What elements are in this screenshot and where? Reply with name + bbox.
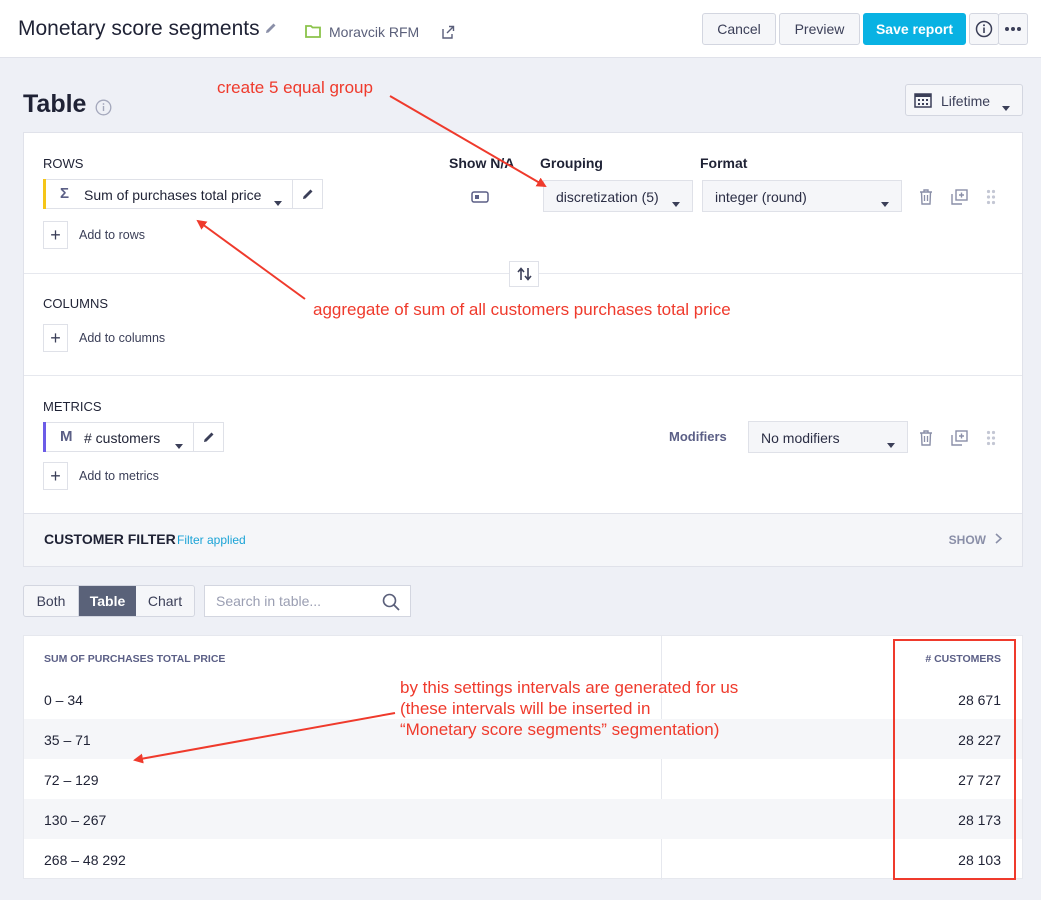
- metrics-chip-accent: [43, 422, 46, 452]
- add-to-metrics[interactable]: + Add to metrics: [43, 462, 213, 492]
- search-input[interactable]: [205, 586, 375, 616]
- add-to-rows[interactable]: + Add to rows: [43, 221, 203, 251]
- columns-section-label: COLUMNS: [43, 296, 109, 311]
- format-value: integer (round): [715, 189, 807, 205]
- modifiers-select[interactable]: No modifiers: [748, 421, 908, 453]
- grouping-value: discretization (5): [556, 189, 659, 205]
- folder-icon: [305, 24, 321, 43]
- search-icon[interactable]: [382, 593, 400, 616]
- info-icon: [975, 20, 993, 38]
- table-row: 130 – 267 28 173: [24, 799, 1022, 839]
- chevron-right-icon[interactable]: [995, 531, 1003, 547]
- rows-chip-label: Sum of purchases total price: [84, 187, 262, 203]
- add-to-metrics-label: Add to metrics: [79, 469, 159, 483]
- add-to-rows-label: Add to rows: [79, 228, 146, 242]
- plus-icon[interactable]: +: [43, 462, 68, 490]
- top-bar: Monetary score segments Moravcik RFM Can…: [0, 0, 1041, 58]
- duplicate-icon[interactable]: [951, 189, 968, 210]
- info-button[interactable]: [969, 13, 999, 45]
- save-report-button[interactable]: Save report: [863, 13, 966, 45]
- metric-icon: M: [60, 428, 73, 445]
- plus-icon[interactable]: +: [43, 324, 68, 352]
- trash-icon[interactable]: [919, 189, 933, 210]
- pencil-icon: [303, 189, 313, 199]
- duplicate-icon[interactable]: [951, 430, 968, 451]
- annotation-intervals-line-3: “Monetary score segments” segmentation): [400, 720, 720, 739]
- show-na-header: Show N/A: [449, 155, 515, 171]
- view-chart-tab[interactable]: Chart: [136, 586, 194, 616]
- row-interval: 130 – 267: [44, 812, 107, 828]
- add-to-columns-label: Add to columns: [79, 331, 166, 345]
- chevron-down-icon: [672, 194, 680, 210]
- edit-metrics-button[interactable]: [193, 423, 223, 451]
- modifiers-label: Modifiers: [669, 429, 727, 444]
- report-title[interactable]: Monetary score segments: [18, 17, 260, 41]
- result-table: SUM OF PURCHASES TOTAL PRICE # CUSTOMERS…: [23, 635, 1023, 880]
- annotation-rows: aggregate of sum of all customers purcha…: [313, 300, 731, 319]
- chevron-down-icon[interactable]: [274, 193, 282, 209]
- pencil-icon: [204, 432, 214, 442]
- add-to-columns[interactable]: + Add to columns: [43, 324, 213, 354]
- view-table-tab[interactable]: Table: [79, 586, 136, 616]
- chevron-down-icon: [887, 435, 895, 451]
- table-header-price[interactable]: SUM OF PURCHASES TOTAL PRICE: [44, 653, 225, 665]
- modifiers-value: No modifiers: [761, 430, 840, 446]
- drag-handle-icon[interactable]: [986, 189, 996, 210]
- chevron-down-icon: [881, 194, 889, 210]
- period-label: Lifetime: [941, 93, 991, 109]
- swap-icon: [517, 267, 532, 281]
- format-select[interactable]: integer (round): [702, 180, 902, 212]
- calendar-icon: [914, 92, 932, 111]
- grouping-select[interactable]: discretization (5): [543, 180, 693, 212]
- metrics-chip[interactable]: M # customers: [43, 422, 224, 452]
- grouping-header: Grouping: [540, 155, 603, 171]
- annotation-intervals-line-1: by this settings intervals are generated…: [400, 678, 739, 697]
- project-name[interactable]: Moravcik RFM: [329, 24, 419, 40]
- format-header: Format: [700, 155, 748, 171]
- drag-handle-icon[interactable]: [986, 430, 996, 451]
- metrics-chip-label: # customers: [84, 430, 161, 446]
- period-select[interactable]: Lifetime: [905, 84, 1023, 116]
- row-interval: 0 – 34: [44, 692, 83, 708]
- annotation-grouping: create 5 equal group: [217, 78, 373, 97]
- more-options-button[interactable]: [998, 13, 1028, 45]
- table-row: 268 – 48 292 28 103: [24, 839, 1022, 879]
- sigma-icon: Σ: [60, 185, 70, 202]
- view-both-tab[interactable]: Both: [24, 586, 79, 616]
- report-config-panel: ROWS Show N/A Grouping Format Σ Sum of p…: [23, 132, 1023, 514]
- info-icon[interactable]: [95, 99, 112, 121]
- swap-rows-columns-button[interactable]: [509, 261, 539, 287]
- rows-dimension-chip[interactable]: Σ Sum of purchases total price: [43, 179, 323, 209]
- plus-icon[interactable]: +: [43, 221, 68, 249]
- chevron-down-icon[interactable]: [175, 436, 183, 452]
- row-interval: 72 – 129: [44, 772, 99, 788]
- row-interval: 268 – 48 292: [44, 852, 126, 868]
- annotation-intervals-line-2: (these intervals will be inserted in: [400, 699, 651, 718]
- view-toggle: Both Table Chart: [23, 585, 195, 617]
- rows-section-label: ROWS: [43, 156, 84, 171]
- customer-filter-bar[interactable]: CUSTOMER FILTER Filter applied SHOW: [23, 514, 1023, 567]
- table-search: [204, 585, 411, 617]
- customer-filter-title: CUSTOMER FILTER: [44, 531, 176, 547]
- cancel-button[interactable]: Cancel: [702, 13, 776, 45]
- filter-applied-status: Filter applied: [177, 533, 246, 547]
- annotation-highlight-box: [893, 639, 1016, 880]
- export-icon[interactable]: [440, 24, 456, 45]
- rows-chip-accent: [43, 179, 46, 209]
- page-title: Table: [23, 90, 87, 118]
- chevron-down-icon: [1002, 98, 1010, 114]
- show-filter-button[interactable]: SHOW: [949, 533, 986, 547]
- more-icon: [1005, 27, 1021, 31]
- preview-button[interactable]: Preview: [779, 13, 860, 45]
- table-row: 72 – 129 27 727: [24, 759, 1022, 799]
- trash-icon[interactable]: [919, 430, 933, 451]
- row-interval: 35 – 71: [44, 732, 91, 748]
- pencil-icon[interactable]: [265, 22, 277, 34]
- metrics-section-label: METRICS: [43, 399, 102, 414]
- toggle-na-icon[interactable]: [471, 190, 489, 208]
- columns-divider: [24, 375, 1022, 376]
- edit-rows-button[interactable]: [292, 180, 322, 208]
